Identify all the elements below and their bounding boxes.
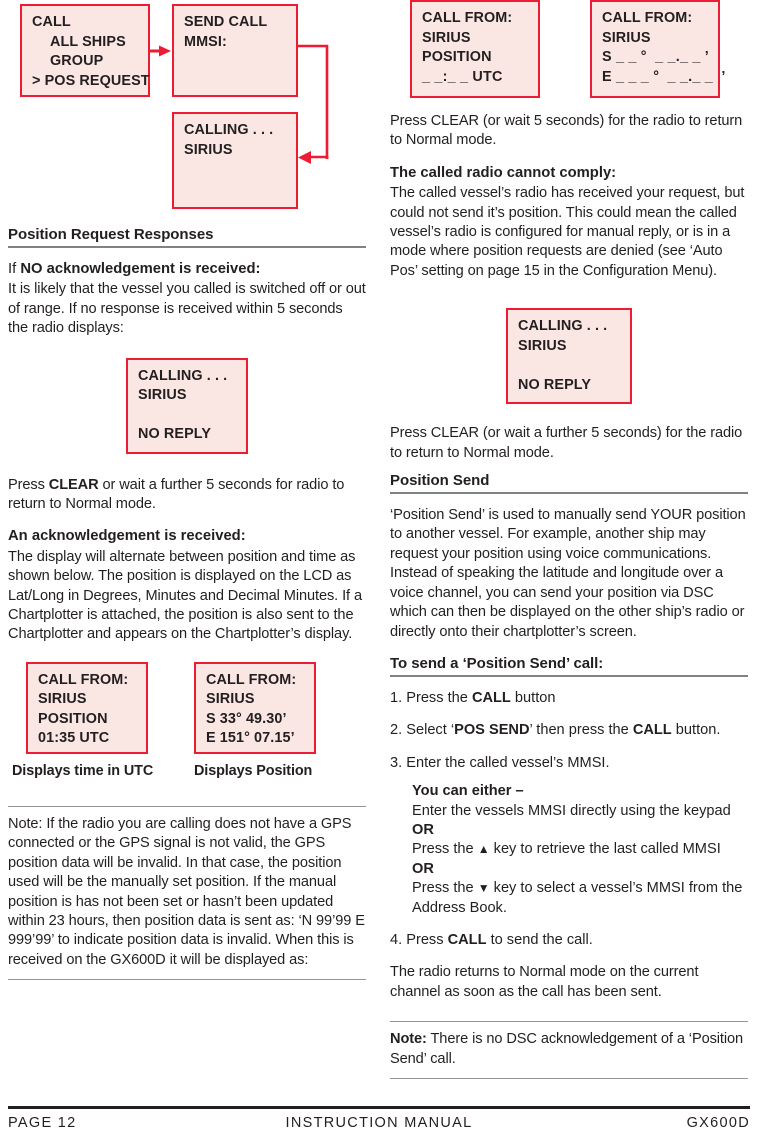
lcd-screen-calling: CALLING . . . SIRIUS (172, 112, 298, 209)
key-call: CALL (447, 931, 487, 948)
steps-list: 1. Press the CALL button 2. Select ‘POS … (390, 689, 748, 773)
note-block-left: Note: If the radio you are calling does … (8, 805, 366, 981)
paragraph-no-ack-body: It is likely that the vessel you called … (8, 281, 366, 337)
right-column: CALL FROM: SIRIUS POSITION _ _:_ _ UTC C… (390, 0, 748, 1079)
lcd-no-reply-wrapper-right: CALLING . . . SIRIUS NO REPLY (390, 308, 748, 405)
lcd-screen-no-reply: CALLING . . . SIRIUS NO REPLY (126, 357, 248, 454)
caption-displays-position: Displays Position (194, 762, 313, 779)
lcd-line: CALL FROM: (602, 10, 693, 26)
lcd-line: CALLING . . . (138, 367, 228, 384)
lcd-screen-call-from-position: CALL FROM: SIRIUS S 33° 49.30’ E 151° 07… (194, 661, 316, 754)
lcd-line: POSITION (38, 710, 108, 727)
arrow-up-icon: ▲ (477, 842, 490, 857)
substeps-heading: You can either – (412, 783, 524, 800)
paragraph-position-send-body: ‘Position Send’ is used to manually send… (390, 507, 746, 640)
substep-up-key: Press the ▲ key to retrieve the last cal… (412, 841, 721, 858)
lcd-line: E _ _ _ ° _ _._ _ ’ (602, 68, 726, 85)
lcd-line: NO REPLY (138, 426, 212, 443)
lcd-screen-call-from-time: CALL FROM: SIRIUS POSITION 01:35 UTC (26, 661, 148, 754)
section-title-position-request-responses: Position Request Responses (8, 226, 366, 248)
paragraph-ack-body: The display will alternate between posit… (8, 548, 362, 643)
left-column: CALL ALL SHIPS GROUP > POS REQUEST SEND … (8, 0, 366, 981)
lcd-line: POSITION (422, 49, 492, 65)
lcd-line: CALL FROM: (38, 671, 129, 688)
lcd-line: S 33° 49.30’ (206, 710, 287, 727)
substep-down-key: Press the ▼ key to select a vessel’s MMS… (412, 880, 743, 916)
arrow-right-icon (150, 44, 172, 57)
section-title-position-send: Position Send (390, 472, 748, 495)
lcd-line: CALLING . . . (518, 318, 608, 335)
lcd-line: SIRIUS (422, 29, 471, 46)
paragraph-cannot-comply-body: The called vessel’s radio has received y… (390, 185, 745, 279)
note-label: Note: (390, 1031, 427, 1048)
lcd-line-blank (518, 356, 621, 376)
menu-item-pos-send: POS SEND (454, 722, 530, 739)
paragraph-press-clear-2: Press CLEAR (or wait 5 seconds) for the … (390, 113, 743, 149)
list-item-step-3: 3. Enter the called vessel’s MMSI. (390, 754, 610, 771)
lcd-pair-time-position: CALL FROM: SIRIUS POSITION 01:35 UTC CAL… (8, 661, 366, 784)
substep-or-2: OR (412, 860, 434, 877)
lcd-pair-blank: CALL FROM: SIRIUS POSITION _ _:_ _ UTC C… (390, 0, 748, 112)
list-item-step-1: 1. Press the CALL button (390, 689, 556, 706)
key-call: CALL (632, 722, 672, 739)
flow-connector-arrow-icon (296, 44, 331, 169)
lcd-line: SIRIUS (518, 337, 567, 354)
caption-displays-time: Displays time in UTC (12, 762, 154, 779)
substeps-block: You can either – Enter the vessels MMSI … (390, 782, 748, 918)
lcd-line: SIRIUS (184, 141, 233, 158)
subheading-no-acknowledgement: If NO acknowledgement is received: (8, 261, 261, 277)
lcd-line: SIRIUS (602, 29, 651, 46)
lcd-line: MMSI: (184, 33, 227, 50)
paragraph-note-no-ack: Note: There is no DSC acknowledgement of… (390, 1031, 744, 1067)
list-item-step-2: 2. Select ‘POS SEND’ then press the CALL… (390, 722, 721, 739)
lcd-no-reply-wrapper: CALLING . . . SIRIUS NO REPLY (8, 357, 366, 454)
footer-model: GX600D (686, 1115, 750, 1131)
section-title-to-send-position-send-call: To send a ‘Position Send’ call: (390, 655, 748, 677)
paragraph-press-clear-1: Press CLEAR or wait a further 5 seconds … (8, 476, 345, 513)
subheading-acknowledgement-received: An acknowledgement is received: (8, 528, 246, 545)
key-clear: CLEAR (48, 476, 99, 493)
substep-keypad: Enter the vessels MMSI directly using th… (412, 802, 731, 819)
lcd-line: _ _:_ _ UTC (422, 68, 503, 85)
key-call: CALL (471, 689, 511, 706)
lcd-line-selected: > POS REQUEST (32, 72, 150, 89)
lcd-line: S _ _ ° _ _._ _ ’ (602, 49, 709, 65)
footer-divider (8, 1106, 750, 1109)
lcd-screen-no-reply-right: CALLING . . . SIRIUS NO REPLY (506, 308, 632, 405)
lcd-line: ALL SHIPS (50, 33, 126, 50)
manual-page: CALL ALL SHIPS GROUP > POS REQUEST SEND … (0, 0, 758, 1145)
lcd-line: SEND CALL (184, 14, 268, 30)
footer-title: INSTRUCTION MANUAL (285, 1115, 473, 1131)
lcd-screen-call-from-time-blank: CALL FROM: SIRIUS POSITION _ _:_ _ UTC (410, 0, 540, 98)
paragraph-gps-note: Note: If the radio you are calling does … (8, 815, 365, 968)
lcd-screen-call-menu: CALL ALL SHIPS GROUP > POS REQUEST (20, 4, 150, 97)
lcd-line: SIRIUS (38, 691, 87, 708)
lcd-line: NO REPLY (518, 376, 592, 393)
call-flow-diagram: CALL ALL SHIPS GROUP > POS REQUEST SEND … (8, 0, 366, 226)
lcd-screen-send-call: SEND CALL MMSI: (172, 4, 298, 97)
lcd-line: 01:35 UTC (38, 730, 110, 747)
page-footer: PAGE 12 INSTRUCTION MANUAL GX600D (8, 1115, 750, 1137)
steps-list-continued: 4. Press CALL to send the call. (390, 931, 748, 950)
lcd-line: GROUP (50, 53, 104, 69)
paragraph-press-clear-3: Press CLEAR (or wait a further 5 seconds… (390, 425, 743, 461)
lcd-line-blank (138, 406, 237, 426)
substep-or-1: OR (412, 821, 434, 838)
lcd-line: CALL FROM: (206, 671, 297, 688)
paragraph-after-send: The radio returns to Normal mode on the … (390, 964, 699, 1000)
lcd-screen-call-from-position-blank: CALL FROM: SIRIUS S _ _ ° _ _._ _ ’ E _ … (590, 0, 726, 98)
lcd-line: CALLING . . . (184, 122, 274, 138)
lcd-line: SIRIUS (138, 387, 187, 404)
arrow-down-icon: ▼ (477, 881, 490, 896)
list-item-step-4: 4. Press CALL to send the call. (390, 931, 593, 948)
lcd-line: CALL (32, 14, 71, 30)
lcd-line: E 151° 07.15’ (206, 730, 295, 747)
subheading-cannot-comply: The called radio cannot comply: (390, 164, 617, 181)
lcd-line: CALL FROM: (422, 10, 513, 26)
lcd-line: SIRIUS (206, 691, 255, 708)
note-block-right: Note: There is no DSC acknowledgement of… (390, 1021, 748, 1079)
